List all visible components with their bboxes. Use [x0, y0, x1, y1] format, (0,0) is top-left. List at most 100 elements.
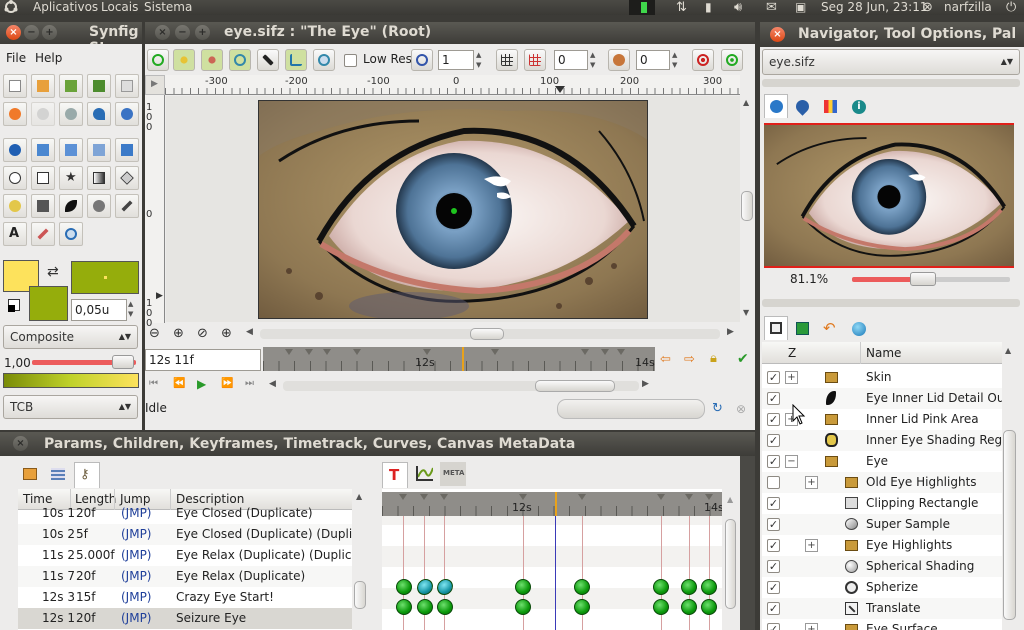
- mail-icon[interactable]: ✉: [766, 0, 777, 15]
- keyframe-jump-link[interactable]: (JMP): [121, 587, 152, 608]
- system-monitor-icon[interactable]: [629, 0, 655, 15]
- maximize-icon[interactable]: +: [195, 25, 210, 40]
- keyframe-lock-icon[interactable]: 🔒︎: [710, 351, 717, 366]
- keyframe-row[interactable]: 12s 1 20f (JMP) Seizure Eye: [18, 608, 352, 629]
- circle-tool[interactable]: [3, 166, 27, 190]
- time-cursor[interactable]: [462, 347, 464, 371]
- smooth-move-tool[interactable]: [31, 138, 55, 162]
- tab-children[interactable]: [46, 462, 70, 486]
- ruler-corner-icon[interactable]: ▶: [145, 75, 165, 95]
- minimize-icon[interactable]: −: [24, 25, 39, 40]
- zoom-out-icon[interactable]: ⊖: [149, 326, 160, 341]
- spline-tool[interactable]: [3, 194, 27, 218]
- gradient-tool[interactable]: [87, 166, 111, 190]
- spin-arrows-icon[interactable]: ▲ ▼: [590, 50, 602, 70]
- redo-button[interactable]: [31, 102, 55, 126]
- layer-visibility-checkbox[interactable]: ✓: [767, 371, 780, 384]
- mirror-tool[interactable]: [115, 138, 139, 162]
- expander-icon[interactable]: +: [805, 539, 818, 552]
- save-button[interactable]: [59, 74, 83, 98]
- keyframe-jump-link[interactable]: (JMP): [121, 608, 152, 629]
- onion-past-field[interactable]: 0: [554, 50, 588, 70]
- setup-button[interactable]: [59, 102, 83, 126]
- menu-locais[interactable]: Locais: [101, 0, 138, 15]
- layer-row[interactable]: ✓ + Eye Highlights: [762, 535, 1002, 556]
- username[interactable]: narfzilla: [944, 0, 992, 15]
- sketch-tool[interactable]: [31, 222, 55, 246]
- keyframe-row[interactable]: 12s 3 15f (JMP) Crazy Eye Start!: [18, 587, 352, 608]
- opacity-slider[interactable]: [32, 355, 136, 369]
- animation-mode-button[interactable]: [692, 49, 714, 71]
- tab-keyframes[interactable]: ⚷: [74, 462, 100, 488]
- menu-help[interactable]: Help: [35, 51, 62, 65]
- preview-button[interactable]: [721, 49, 743, 71]
- layer-visibility-checkbox[interactable]: ✓: [767, 602, 780, 615]
- session-icon[interactable]: ⊗: [922, 0, 933, 15]
- next-keyframe-icon[interactable]: ⇨: [684, 352, 695, 367]
- layer-row[interactable]: ✓ + Eye Surface: [762, 619, 1002, 630]
- keyframe-marker[interactable]: [601, 349, 609, 355]
- toggle-ducks-radius[interactable]: [229, 49, 251, 71]
- rectangle-tool[interactable]: [31, 166, 55, 190]
- keyframe-row[interactable]: 10s 2 5f (JMP) Eye Closed (Duplicate) (Dupl…: [18, 524, 352, 545]
- expander-icon[interactable]: −: [785, 455, 798, 468]
- current-time-field[interactable]: 12s 11f: [145, 349, 261, 371]
- tab-canvas-browser[interactable]: [848, 318, 870, 340]
- blend-mode-select[interactable]: Composite ▲▼: [3, 325, 138, 349]
- layer-visibility-checkbox[interactable]: ✓: [767, 434, 780, 447]
- layer-row[interactable]: ✓ Spherical Shading: [762, 556, 1002, 577]
- cutout-tool[interactable]: [87, 194, 111, 218]
- interpolation-select[interactable]: TCB ▲▼: [3, 395, 138, 419]
- layer-visibility-checkbox[interactable]: ✓: [767, 455, 780, 468]
- keyframe-marker[interactable]: [581, 349, 589, 355]
- refresh-icon[interactable]: ↻: [712, 401, 723, 416]
- fill-color-small[interactable]: [29, 286, 68, 321]
- waypoint[interactable]: [653, 599, 669, 615]
- save-all-button[interactable]: [115, 74, 139, 98]
- stop-icon[interactable]: ⊗: [736, 402, 746, 416]
- toolbox-titlebar[interactable]: × − + Synfig St: [0, 22, 142, 56]
- layer-visibility-checkbox[interactable]: ✓: [767, 539, 780, 552]
- fill-tool[interactable]: [31, 194, 55, 218]
- zoom-in-icon[interactable]: ⊕: [173, 326, 184, 341]
- rotate-tool[interactable]: [87, 138, 111, 162]
- canvas-horizontal-scrollbar[interactable]: [260, 328, 720, 340]
- keyframe-jump-link[interactable]: (JMP): [121, 545, 152, 566]
- onion-skin-button[interactable]: [608, 49, 630, 71]
- keyframe-jump-link[interactable]: (JMP): [121, 566, 152, 587]
- resolution-icon[interactable]: [411, 49, 433, 71]
- pane-divider[interactable]: [762, 79, 1020, 87]
- chat-icon[interactable]: ▣: [795, 0, 806, 15]
- scroll-left-icon[interactable]: ◀: [269, 379, 276, 389]
- menu-file[interactable]: File: [6, 51, 26, 65]
- scroll-right-icon[interactable]: ▶: [642, 379, 649, 389]
- keyframe-marker[interactable]: [353, 349, 361, 355]
- toggle-ducks-vertex[interactable]: [313, 49, 335, 71]
- keyframe-marker[interactable]: [323, 349, 331, 355]
- canvas-select[interactable]: eye.sifz ▲▼: [762, 49, 1020, 75]
- toggle-ducks-width[interactable]: [257, 49, 279, 71]
- navigator-preview[interactable]: [764, 123, 1014, 268]
- width-spin-icon[interactable]: ▲ ▼: [128, 299, 138, 321]
- next-frame-icon[interactable]: ⏩: [221, 378, 233, 389]
- polygon-tool[interactable]: [115, 166, 139, 190]
- waypoint[interactable]: [437, 599, 453, 615]
- waypoint[interactable]: [417, 599, 433, 615]
- keyframe-marker[interactable]: [491, 349, 499, 355]
- keyframe-jump-link[interactable]: (JMP): [121, 524, 152, 545]
- gradient-preview[interactable]: [3, 373, 139, 388]
- layer-visibility-checkbox[interactable]: ✓: [767, 413, 780, 426]
- tab-navigator[interactable]: [764, 94, 788, 118]
- resolution-field[interactable]: 1: [438, 50, 474, 70]
- transform-tool[interactable]: [3, 138, 27, 162]
- layer-row[interactable]: + Old Eye Highlights: [762, 472, 1002, 493]
- volume-icon[interactable]: 🔊︎: [734, 0, 742, 15]
- keyframe-jump-link[interactable]: (JMP): [121, 503, 152, 524]
- help-button[interactable]: [115, 102, 139, 126]
- text-tool[interactable]: A: [3, 222, 27, 246]
- fill-color-swatch[interactable]: [71, 261, 139, 294]
- horizontal-ruler[interactable]: -300 -200 -100 0 100 200 300: [165, 75, 740, 95]
- time-scrollbar[interactable]: [283, 380, 639, 392]
- layer-row[interactable]: ✓ Super Sample: [762, 514, 1002, 535]
- snap-grid-button[interactable]: [524, 49, 546, 71]
